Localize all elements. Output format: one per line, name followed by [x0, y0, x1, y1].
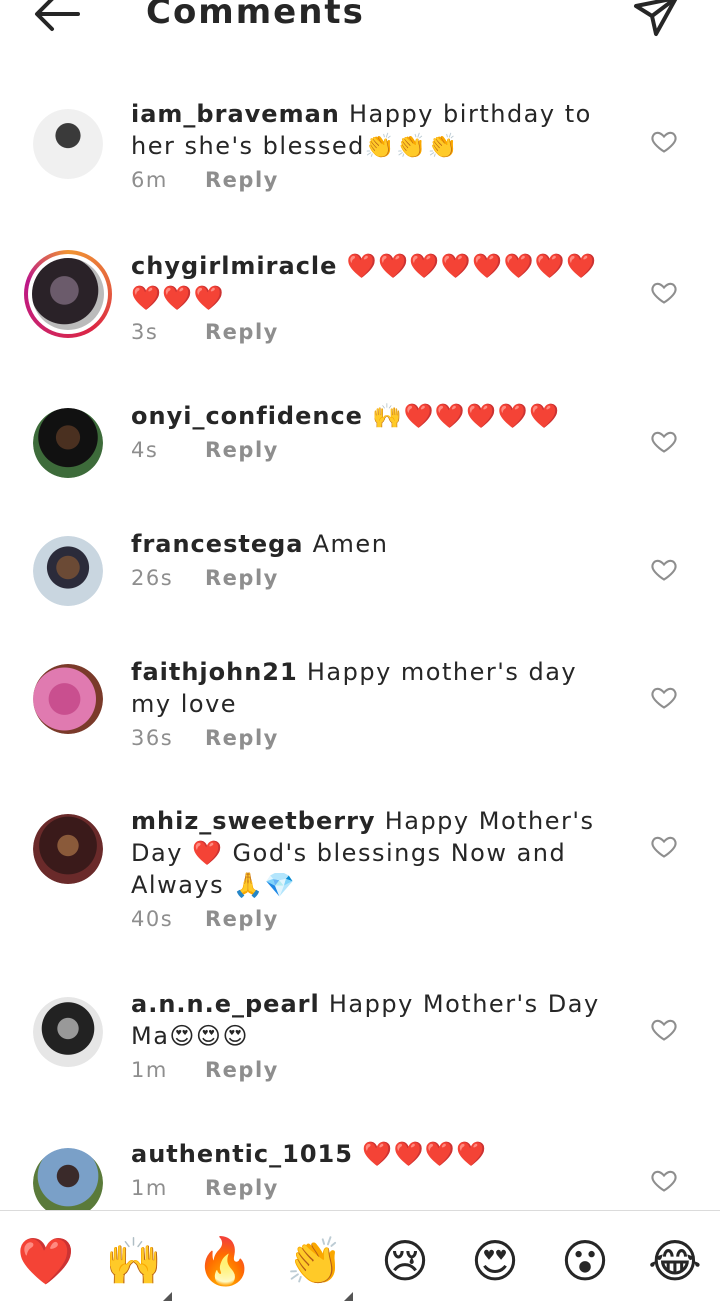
- avatar[interactable]: [33, 814, 103, 884]
- reply-button[interactable]: Reply: [205, 566, 279, 590]
- comment-text: francestega Amen: [131, 528, 626, 560]
- comment-body: 🙌❤️❤️❤️❤️❤️: [372, 402, 561, 430]
- comment-username[interactable]: iam_braveman: [131, 100, 340, 128]
- reply-button[interactable]: Reply: [205, 907, 279, 931]
- header: Comments: [0, 0, 720, 60]
- heart-icon[interactable]: [650, 427, 678, 455]
- clapping-hands-emoji-button[interactable]: 👏: [283, 1233, 353, 1301]
- paper-plane-icon[interactable]: [628, 0, 684, 42]
- comment-body: ❤️❤️❤️❤️: [362, 1140, 488, 1168]
- avatar[interactable]: [33, 536, 103, 606]
- reply-button[interactable]: Reply: [205, 726, 279, 750]
- comment-meta: 36s Reply: [131, 726, 626, 750]
- comment-text: onyi_confidence 🙌❤️❤️❤️❤️❤️: [131, 400, 626, 432]
- heart-icon[interactable]: [650, 127, 678, 155]
- comment-username[interactable]: mhiz_sweetberry: [131, 807, 376, 835]
- reply-button[interactable]: Reply: [205, 438, 279, 462]
- comment-meta: 40s Reply: [131, 907, 626, 931]
- surprised-face-emoji-button[interactable]: 😮: [553, 1233, 617, 1289]
- comment-text: a.n.n.e_pearl Happy Mother's Day Ma😍😍😍: [131, 988, 626, 1052]
- comment-time: 1m: [131, 1176, 168, 1200]
- comment-time: 40s: [131, 907, 174, 931]
- heart-icon[interactable]: [650, 555, 678, 583]
- comment-meta: 4s Reply: [131, 438, 626, 462]
- avatar[interactable]: [33, 1148, 103, 1210]
- heart-icon[interactable]: [650, 1166, 678, 1194]
- comment-username[interactable]: chygirlmiracle: [131, 252, 337, 280]
- reply-button[interactable]: Reply: [205, 168, 279, 192]
- reply-button[interactable]: Reply: [205, 320, 279, 344]
- avatar[interactable]: [33, 664, 103, 734]
- page-title: Comments: [146, 0, 365, 32]
- reply-button[interactable]: Reply: [205, 1058, 279, 1082]
- reply-button[interactable]: Reply: [205, 1176, 279, 1200]
- comment-time: 36s: [131, 726, 174, 750]
- comment-meta: 1m Reply: [131, 1058, 626, 1082]
- comment-body: Amen: [312, 530, 389, 558]
- comment-username[interactable]: francestega: [131, 530, 303, 558]
- comment-username[interactable]: onyi_confidence: [131, 402, 363, 430]
- comment-time: 26s: [131, 566, 174, 590]
- heart-icon[interactable]: [650, 1015, 678, 1043]
- avatar[interactable]: [33, 408, 103, 478]
- comment-meta: 26s Reply: [131, 566, 626, 590]
- comment-meta: 1m Reply: [131, 1176, 626, 1200]
- clapping-hands-emoji: 👏: [286, 1234, 344, 1288]
- heart-eyes-emoji-button[interactable]: 😍: [463, 1233, 527, 1289]
- avatar[interactable]: [33, 997, 103, 1067]
- crying-face-emoji-button[interactable]: 😢: [373, 1233, 437, 1289]
- avatar[interactable]: [24, 250, 112, 338]
- comment-time: 4s: [131, 438, 159, 462]
- comment-username[interactable]: faithjohn21: [131, 658, 298, 686]
- avatar[interactable]: [33, 109, 103, 179]
- back-arrow-icon[interactable]: [30, 0, 86, 44]
- comments-list: iam_braveman Happy birthday to her she's…: [0, 0, 720, 1210]
- heart-icon[interactable]: [650, 683, 678, 711]
- emoji-reaction-bar: ❤️ 🙌 🔥 👏 😢 😍 😮 😂: [0, 1210, 720, 1306]
- heart-icon[interactable]: [650, 278, 678, 306]
- fire-emoji-button[interactable]: 🔥: [193, 1233, 257, 1289]
- comment-text: authentic_1015 ❤️❤️❤️❤️: [131, 1138, 626, 1170]
- comment-time: 1m: [131, 1058, 168, 1082]
- comment-username[interactable]: authentic_1015: [131, 1140, 353, 1168]
- comment-text: chygirlmiracle ❤️❤️❤️❤️❤️❤️❤️❤️❤️❤️❤️: [131, 250, 626, 314]
- comment-text: faithjohn21 Happy mother's day my love: [131, 656, 626, 720]
- raising-hands-emoji-button[interactable]: 🙌: [102, 1233, 172, 1301]
- heart-icon[interactable]: [650, 832, 678, 860]
- laughing-tears-emoji-button[interactable]: 😂: [643, 1233, 707, 1289]
- comment-text: iam_braveman Happy birthday to her she's…: [131, 98, 626, 162]
- heart-emoji-button[interactable]: ❤️: [14, 1233, 78, 1289]
- comment-time: 3s: [131, 320, 159, 344]
- comment-meta: 3s Reply: [131, 320, 626, 344]
- comment-time: 6m: [131, 168, 168, 192]
- comment-username[interactable]: a.n.n.e_pearl: [131, 990, 320, 1018]
- comment-text: mhiz_sweetberry Happy Mother's Day ❤️ Go…: [131, 805, 626, 901]
- raising-hands-emoji: 🙌: [105, 1234, 163, 1288]
- comment-meta: 6m Reply: [131, 168, 626, 192]
